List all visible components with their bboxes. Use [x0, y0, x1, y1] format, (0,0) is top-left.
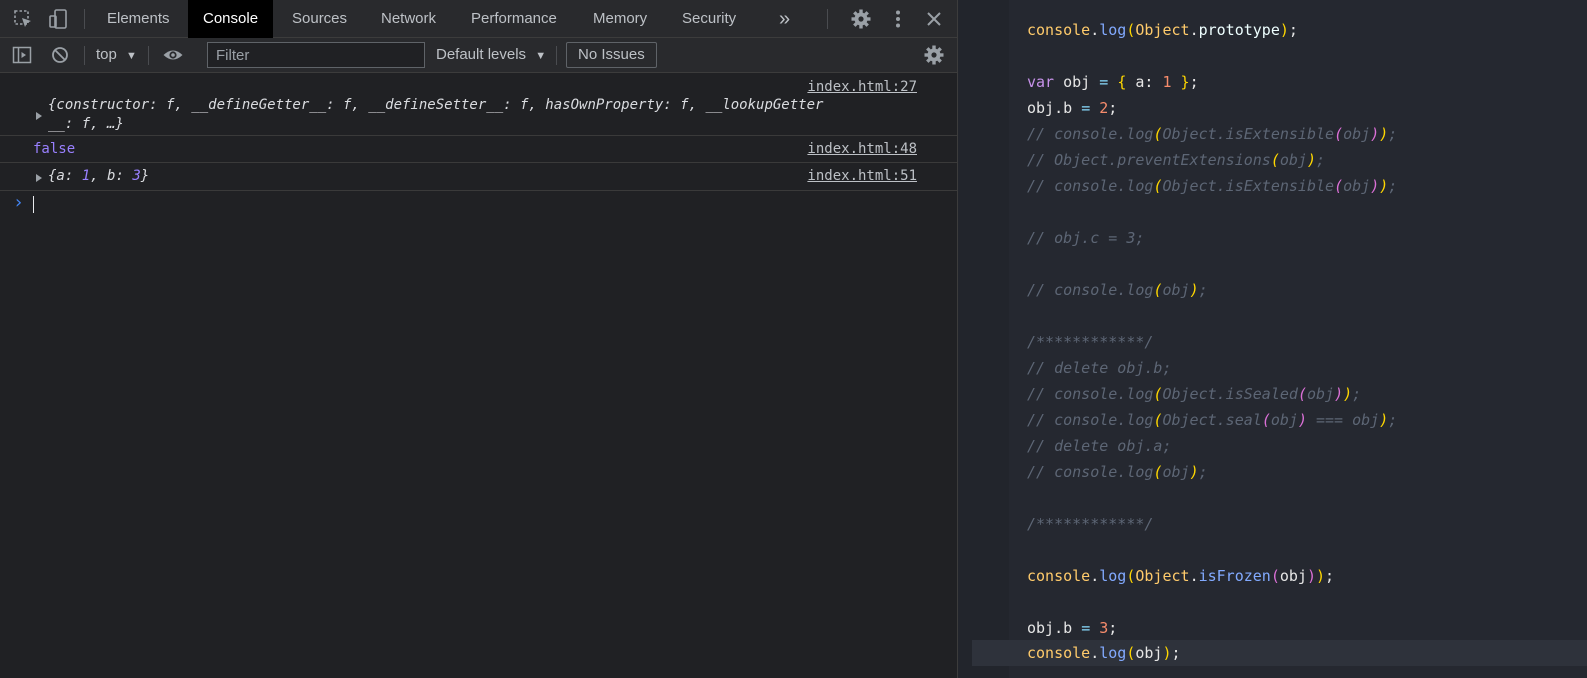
text-cursor: [33, 196, 34, 213]
code-comment-line[interactable]: // console.log(obj);: [1027, 459, 1208, 485]
property-value: 3: [132, 168, 141, 184]
console-prompt[interactable]: ›: [0, 192, 957, 216]
code-comment-line[interactable]: /************/: [1027, 511, 1153, 537]
devtools-panel: Elements Console Sources Network Perform…: [0, 0, 958, 678]
prompt-chevron-icon: ›: [13, 192, 24, 213]
tab-console[interactable]: Console: [188, 0, 274, 38]
code-line[interactable]: obj.b = 2;: [1027, 95, 1117, 121]
object-brace: }: [140, 168, 150, 184]
more-tabs-button[interactable]: »: [764, 0, 805, 38]
code-comment-line[interactable]: // Object.preventExtensions(obj);: [1027, 147, 1325, 173]
object-preview-line[interactable]: {constructor: f, __defineGetter__: f, __…: [48, 97, 823, 113]
toolbar-divider: [84, 9, 85, 29]
code-comment-line[interactable]: // obj.c = 3;: [1027, 225, 1144, 251]
context-selector[interactable]: top ▼: [96, 38, 137, 72]
chevron-down-icon: ▼: [126, 50, 137, 62]
source-link[interactable]: index.html:27: [807, 79, 917, 95]
code-line[interactable]: console.log(obj);: [1027, 640, 1181, 666]
source-link[interactable]: index.html:51: [807, 168, 917, 184]
log-levels-label: Default levels: [436, 46, 527, 63]
console-message: {a: 1, b: 3} index.html:51: [0, 164, 957, 191]
code-line[interactable]: var obj = { a: 1 };: [1027, 69, 1199, 95]
code-line[interactable]: obj.b = 3;: [1027, 615, 1117, 641]
object-key: , b:: [90, 168, 133, 184]
toolbar-divider: [556, 46, 557, 65]
clear-console-icon[interactable]: [49, 44, 71, 66]
live-expression-eye-icon[interactable]: [162, 44, 184, 66]
code-comment-line[interactable]: // console.log(Object.isExtensible(obj))…: [1027, 121, 1397, 147]
kebab-menu-icon[interactable]: [887, 8, 909, 30]
tab-security[interactable]: Security: [667, 0, 751, 38]
code-comment-line[interactable]: // console.log(Object.seal(obj) === obj)…: [1027, 407, 1397, 433]
close-icon[interactable]: [923, 8, 945, 30]
object-preview[interactable]: {a: 1, b: 3}: [48, 168, 149, 184]
expand-triangle-icon[interactable]: [36, 174, 42, 182]
tab-elements[interactable]: Elements: [92, 0, 185, 38]
chevron-down-icon: ▼: [535, 50, 547, 62]
toolbar-divider: [84, 46, 85, 65]
object-preview-line: __: f, …}: [48, 116, 124, 132]
code-line[interactable]: console.log(Object.isFrozen(obj));: [1027, 563, 1334, 589]
code-comment-line[interactable]: // delete obj.b;: [1027, 355, 1172, 381]
code-comment-line[interactable]: // console.log(obj);: [1027, 277, 1208, 303]
issues-button[interactable]: No Issues: [566, 42, 657, 68]
tab-memory[interactable]: Memory: [578, 0, 662, 38]
editor-gutter: [958, 0, 1009, 678]
console-settings-gear-icon[interactable]: [923, 44, 945, 66]
filter-input[interactable]: [207, 42, 425, 68]
code-comment-line[interactable]: // console.log(Object.isExtensible(obj))…: [1027, 173, 1397, 199]
toolbar-divider: [148, 46, 149, 65]
toolbar-divider: [827, 9, 828, 29]
boolean-value: false: [33, 141, 76, 157]
property-value: 1: [81, 168, 91, 184]
code-comment-line[interactable]: // delete obj.a;: [1027, 433, 1172, 459]
console-message: index.html:27 {constructor: f, __defineG…: [0, 74, 957, 136]
inspect-element-icon[interactable]: [12, 8, 34, 30]
code-comment-line[interactable]: // console.log(Object.isSealed(obj));: [1027, 381, 1361, 407]
object-brace-key: {a:: [48, 168, 82, 184]
console-message: false index.html:48: [0, 137, 957, 163]
tab-performance[interactable]: Performance: [456, 0, 572, 38]
tab-sources[interactable]: Sources: [277, 0, 362, 38]
settings-gear-icon[interactable]: [850, 8, 872, 30]
console-sidebar-icon[interactable]: [11, 44, 33, 66]
source-link[interactable]: index.html:48: [807, 141, 917, 157]
log-levels-dropdown[interactable]: Default levels ▼: [436, 38, 546, 72]
expand-triangle-icon[interactable]: [36, 112, 42, 120]
code-line[interactable]: console.log(Object.prototype);: [1027, 17, 1298, 43]
devtools-tab-bar: Elements Console Sources Network Perform…: [0, 0, 957, 38]
tab-network[interactable]: Network: [366, 0, 451, 38]
device-toolbar-icon[interactable]: [47, 8, 69, 30]
console-toolbar: top ▼ Default levels ▼ No Issues: [0, 38, 957, 73]
code-comment-line[interactable]: /************/: [1027, 329, 1153, 355]
context-label: top: [96, 46, 117, 63]
